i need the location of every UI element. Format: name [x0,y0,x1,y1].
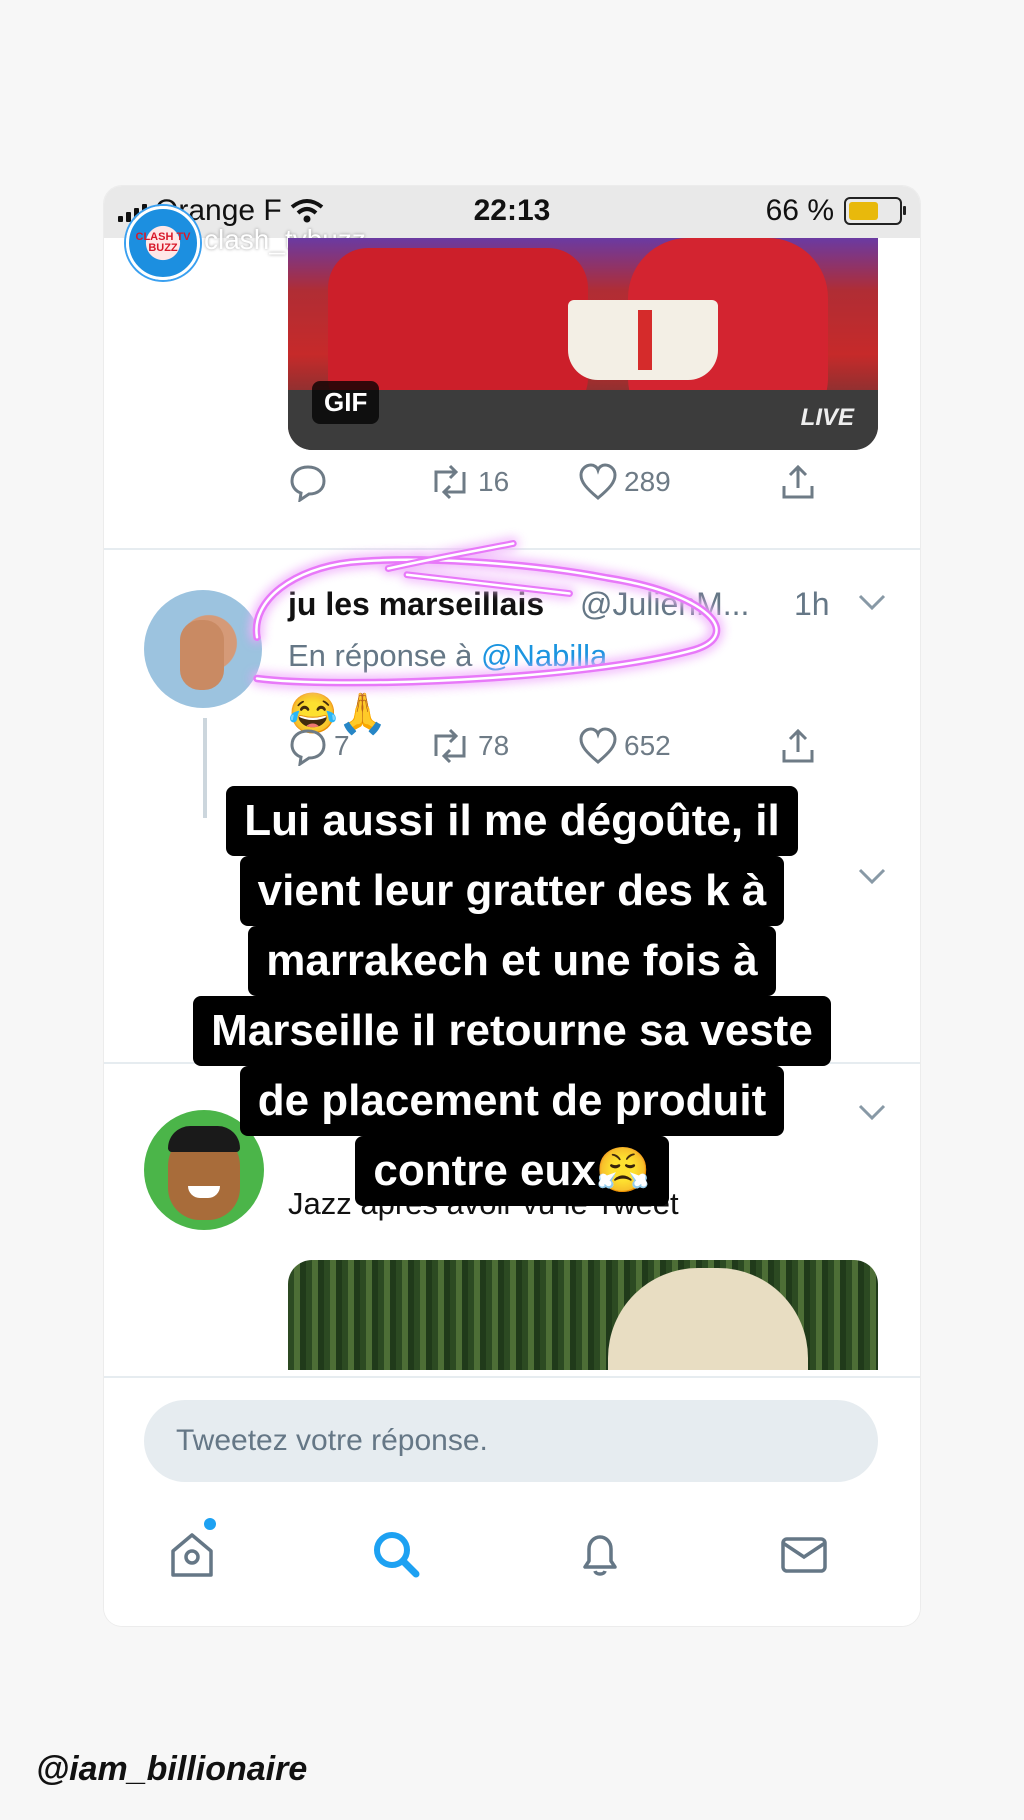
share-icon [782,464,814,499]
battery-level [849,202,878,220]
story-badge-text: CLASH TV BUZZ [135,231,191,254]
battery-percent: 66 % [765,194,834,227]
live-watermark: LIVE [800,404,854,431]
caption-line: contre eux😤 [355,1136,669,1206]
tab-bar [104,1514,920,1594]
caption-line: marrakech et une fois à [248,926,776,996]
tweet2-author-name[interactable]: ju les marseillais [288,586,544,623]
share-icon [782,728,814,763]
tweet3-media[interactable] [288,1260,878,1370]
reply-mention-link[interactable]: @Nabilla [481,638,607,673]
mail-icon [781,1537,827,1573]
status-right: 66 % [765,194,906,228]
popcorn-bucket [568,300,718,380]
story-avatar[interactable]: CLASH TV BUZZ [126,206,200,280]
tab-search[interactable] [356,1514,436,1594]
tweet2-avatar[interactable] [144,590,262,708]
heart-icon [579,727,617,764]
reply-input[interactable] [144,1400,878,1482]
tweet2-timestamp: 1h [794,586,830,622]
gif-badge: GIF [312,381,380,424]
tweet2-share-button[interactable] [778,726,818,766]
tweet1-share-button[interactable] [778,462,818,502]
retweet-icon [434,728,466,764]
tweet1-retweet-count: 16 [478,466,510,497]
tweet2-like-button[interactable]: 652 [578,726,671,766]
tweet2-like-count: 652 [624,730,671,761]
home-icon [171,1533,213,1577]
reply-icon [290,465,326,502]
tweet1-gif-media[interactable]: GIF LIVE [288,238,878,450]
tweet1-reply-button[interactable] [288,462,334,502]
reply-icon [290,729,326,766]
watermark: @iam_billionaire [36,1750,308,1788]
heart-icon [579,463,617,500]
chevron-down-icon[interactable] [856,592,888,612]
bell-icon [583,1535,617,1576]
caption-line: vient leur gratter des k à [239,856,785,926]
tweet1-like-count: 289 [624,466,671,497]
story-caption: Lui aussi il me dégoûte, il vient leur g… [104,786,920,1206]
tweet2-retweet-count: 78 [478,730,510,761]
caption-line: Marseille il retourne sa veste [193,996,831,1066]
tweet2-reply-context: En réponse à @Nabilla [288,638,607,674]
tweet1-retweet-button[interactable]: 16 [428,462,509,502]
battery-icon [844,197,906,225]
caption-line: de placement de produit [239,1066,785,1136]
caption-line: Lui aussi il me dégoûte, il [226,786,798,856]
tab-home[interactable] [152,1514,232,1594]
search-icon [374,1532,420,1578]
tweet2-reply-button[interactable]: 7 [288,726,350,766]
tweet2-author-handle[interactable]: @JulienM... [580,586,749,623]
tweet1-like-button[interactable]: 289 [578,462,671,502]
tweet2-retweet-button[interactable]: 78 [428,726,509,766]
reply-prefix: En réponse à [288,638,473,673]
tab-notifications[interactable] [560,1514,640,1594]
notification-dot [204,1518,216,1530]
reply-bar [104,1376,920,1626]
retweet-icon [434,464,466,500]
tab-messages[interactable] [764,1514,844,1594]
tweet2-reply-count: 7 [334,730,350,761]
